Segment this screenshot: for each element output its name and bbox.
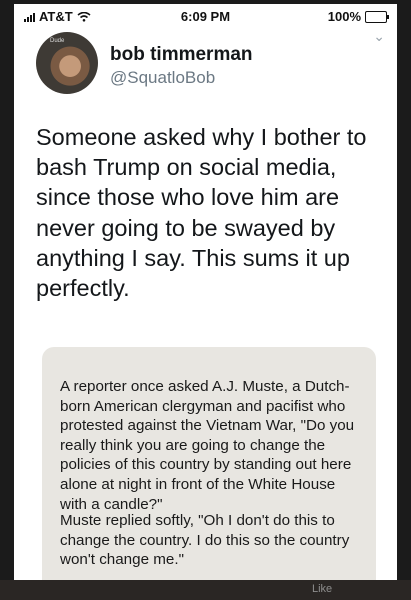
chevron-down-icon[interactable]: ⌄ bbox=[373, 28, 385, 45]
quote-paragraph-1: A reporter once asked A.J. Muste, a Dutc… bbox=[60, 378, 355, 513]
tweet-text: Someone asked why I bother to bash Trump… bbox=[36, 124, 367, 302]
status-right: 100% bbox=[327, 9, 389, 24]
quote-image[interactable]: A reporter once asked A.J. Muste, a Dutc… bbox=[42, 347, 376, 600]
phone-screen: AT&T 6:09 PM 100% ⌄ Dude bob timmerman @… bbox=[14, 4, 397, 600]
user-name[interactable]: bob timmerman bbox=[110, 44, 253, 66]
status-bar: AT&T 6:09 PM 100% bbox=[14, 4, 397, 26]
like-button[interactable]: Like bbox=[312, 583, 332, 595]
battery-icon bbox=[365, 10, 389, 23]
footer-bar: Like bbox=[0, 580, 411, 600]
avatar[interactable]: Dude bbox=[36, 32, 98, 94]
battery-percent: 100% bbox=[327, 9, 361, 24]
avatar-caption: Dude bbox=[50, 38, 65, 44]
quote-paragraph-2: Muste replied softly, "Oh I don't do thi… bbox=[60, 512, 350, 569]
user-handle[interactable]: @SquatloBob bbox=[110, 68, 215, 88]
